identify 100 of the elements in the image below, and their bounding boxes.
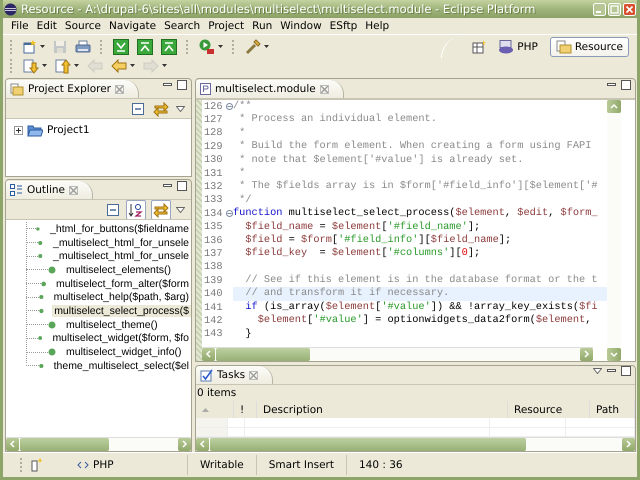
line-number: 141 <box>203 302 224 314</box>
toolbar-button[interactable] <box>73 38 93 54</box>
outline-item[interactable]: _html_for_buttons($fieldname <box>48 222 191 235</box>
maximize-icon[interactable] <box>621 80 631 90</box>
menu-item[interactable]: Source <box>60 20 105 32</box>
open-perspective-icon[interactable] <box>472 40 486 54</box>
new-wizard-icon <box>23 40 37 54</box>
outline-item[interactable]: _multiselect_html_for_unsele <box>51 250 191 262</box>
menu-item[interactable]: Window <box>276 20 326 32</box>
menu-item[interactable]: Navigate <box>105 20 160 32</box>
code-line: } <box>244 328 253 342</box>
code-line: * The $fields array is in $form['#field_info'][$element['# <box>238 180 599 194</box>
minimize-icon[interactable] <box>607 83 616 87</box>
menu-item[interactable]: Help <box>361 20 394 32</box>
toolbar-button[interactable] <box>21 56 49 74</box>
close-icon[interactable] <box>69 186 78 194</box>
sort-arrow-icon <box>202 408 209 412</box>
fast-view-icon[interactable] <box>31 458 43 472</box>
folder-icon <box>556 40 572 54</box>
tree-item[interactable]: Project1 <box>47 124 90 136</box>
collapse-all-icon <box>132 102 144 114</box>
outline-item[interactable]: multiselect_help($path, $arg) <box>52 291 191 304</box>
outline-item[interactable]: multiselect_theme() <box>64 318 160 331</box>
view-tool-button[interactable] <box>126 200 146 220</box>
upload-icon <box>137 38 153 54</box>
view-tool-button[interactable] <box>130 100 146 116</box>
toolbar-button[interactable] <box>111 38 131 56</box>
line-number: 137 <box>203 248 224 260</box>
fold-icon[interactable] <box>226 103 233 110</box>
toolbar-button[interactable] <box>197 38 225 56</box>
close-window-icon[interactable] <box>623 2 636 16</box>
menu-item[interactable]: Search <box>160 20 204 32</box>
close-icon[interactable] <box>114 84 124 94</box>
view-menu-icon[interactable] <box>593 368 602 374</box>
menu-item[interactable]: ESftp <box>326 20 362 32</box>
code-line: $field = $form['#field_info'][$field_name]; <box>244 234 512 248</box>
outline-item[interactable]: _multiselect_html_for_unsele <box>51 236 191 249</box>
status-field: Smart Insert <box>256 455 346 475</box>
expand-icon[interactable] <box>14 126 23 134</box>
menu-item[interactable]: File <box>7 20 33 32</box>
outline-item[interactable]: theme_multiselect_select($el <box>52 360 191 372</box>
menu-item[interactable]: Run <box>248 20 276 32</box>
menu-item[interactable]: Edit <box>32 20 61 32</box>
vertical-scrollbar[interactable] <box>607 100 621 361</box>
code-line: $field_key = $element['#columns'][0]; <box>244 247 482 261</box>
maximize-icon[interactable] <box>177 181 187 191</box>
line-number: 140 <box>203 288 224 300</box>
view-tab[interactable]: Project Explorer <box>6 80 139 98</box>
tasks-icon <box>200 368 213 382</box>
outline-item[interactable]: multiselect_elements() <box>64 264 174 276</box>
view-menu-icon[interactable] <box>176 206 185 212</box>
run-icon <box>199 38 215 54</box>
perspective-button[interactable]: PHP <box>492 36 544 56</box>
toolbar-button[interactable] <box>135 38 155 56</box>
menu-item[interactable]: Project <box>204 20 248 32</box>
php-file-icon <box>200 83 211 95</box>
toolbar-button[interactable] <box>21 38 47 54</box>
line-number: 134 <box>203 208 224 220</box>
code-line: * Process an individual element. <box>238 113 438 127</box>
outline-item[interactable]: multiselect_form_alter($form <box>54 278 191 290</box>
close-icon[interactable] <box>249 370 258 380</box>
minimize-icon[interactable] <box>163 184 172 188</box>
caret-icon <box>74 64 79 67</box>
view-tab[interactable]: Tasks <box>196 366 274 384</box>
caret-icon <box>264 45 269 48</box>
project-folder-icon <box>27 123 43 137</box>
close-icon[interactable] <box>320 84 329 94</box>
back-arrow-icon <box>87 58 103 72</box>
status-field: Writable <box>187 455 256 475</box>
line-number: 136 <box>203 234 224 247</box>
minimize-icon[interactable] <box>607 369 616 373</box>
toolbar-button[interactable] <box>243 38 271 56</box>
code-line: if (is_array($element['#value']) && !array_key_exists($fi <box>244 300 599 314</box>
view-tab[interactable]: Outline <box>6 181 93 199</box>
upload-icon <box>161 38 177 54</box>
view-tool-button[interactable] <box>105 202 121 218</box>
outline-item[interactable]: multiselect_widget_info() <box>64 346 184 358</box>
save-icon <box>53 40 67 54</box>
minimize-icon[interactable] <box>163 83 172 87</box>
toolbar-button[interactable] <box>53 56 81 74</box>
code-line: * note that $element['#value'] is already set. <box>238 154 524 167</box>
perspective-button[interactable]: Resource <box>550 36 629 56</box>
horizontal-scrollbar[interactable] <box>196 437 635 451</box>
editor-tab[interactable]: multiselect.module <box>196 80 344 98</box>
fast-view-button[interactable]: PHP <box>77 459 114 471</box>
toolbar-button[interactable] <box>109 58 137 74</box>
outline-item[interactable]: multiselect_widget($form, $fo <box>50 332 191 344</box>
toolbar-button[interactable] <box>159 38 179 56</box>
caret-icon <box>42 64 47 67</box>
maximize-icon[interactable] <box>177 80 187 90</box>
status-field: 140 : 36 <box>346 455 415 475</box>
horizontal-scrollbar[interactable] <box>6 437 191 451</box>
code-line: * <box>238 126 246 140</box>
download-icon <box>113 38 129 54</box>
view-menu-icon[interactable] <box>176 106 185 112</box>
outline-item[interactable]: multiselect_select_process($ <box>52 304 191 317</box>
caret-icon <box>162 64 167 67</box>
horizontal-scrollbar[interactable] <box>202 347 593 361</box>
fold-icon[interactable] <box>226 210 233 218</box>
maximize-icon[interactable] <box>621 366 631 376</box>
